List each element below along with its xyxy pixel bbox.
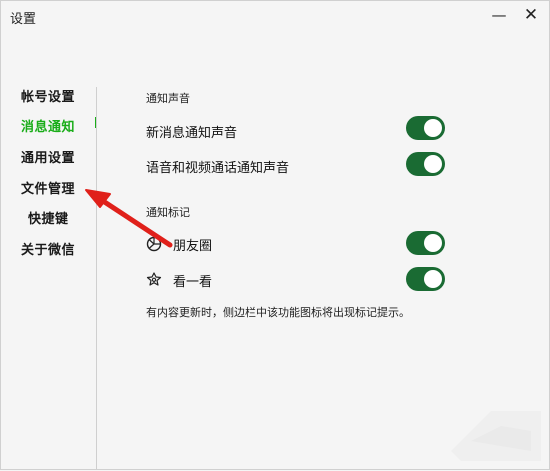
- toggle-knob: [424, 119, 442, 137]
- new-message-sound-label: 新消息通知声音: [146, 126, 238, 141]
- new-message-sound-toggle[interactable]: [406, 116, 445, 140]
- toggle-knob: [424, 155, 442, 173]
- sidebar-item-shortcuts[interactable]: 快捷键: [28, 208, 69, 227]
- top-stories-toggle[interactable]: [406, 267, 445, 291]
- sidebar-item-general[interactable]: 通用设置: [21, 147, 75, 166]
- toggle-knob: [424, 234, 442, 252]
- toggle-knob: [424, 270, 442, 288]
- top-stories-label: 看一看: [173, 275, 213, 290]
- sidebar-divider: [96, 87, 97, 469]
- badge-hint-text: 有内容更新时，侧边栏中该功能图标将出现标记提示。: [146, 306, 410, 319]
- annotation-arrow: [85, 189, 173, 248]
- sidebar-item-about[interactable]: 关于微信: [21, 239, 75, 258]
- call-sound-label: 语音和视频通话通知声音: [146, 161, 290, 176]
- section-title-sound: 通知声音: [146, 92, 190, 105]
- moments-toggle[interactable]: [406, 231, 445, 255]
- sidebar-item-files[interactable]: 文件管理: [21, 178, 75, 197]
- close-button[interactable]: ✕: [519, 5, 543, 25]
- window-title: 设置: [10, 12, 37, 27]
- sidebar-item-account[interactable]: 帐号设置: [21, 86, 75, 105]
- background-decoration: [451, 411, 541, 461]
- minimize-button[interactable]: —: [487, 5, 511, 25]
- sidebar-item-notifications[interactable]: 消息通知: [21, 116, 75, 135]
- top-stories-icon: [146, 272, 162, 286]
- call-sound-toggle[interactable]: [406, 152, 445, 176]
